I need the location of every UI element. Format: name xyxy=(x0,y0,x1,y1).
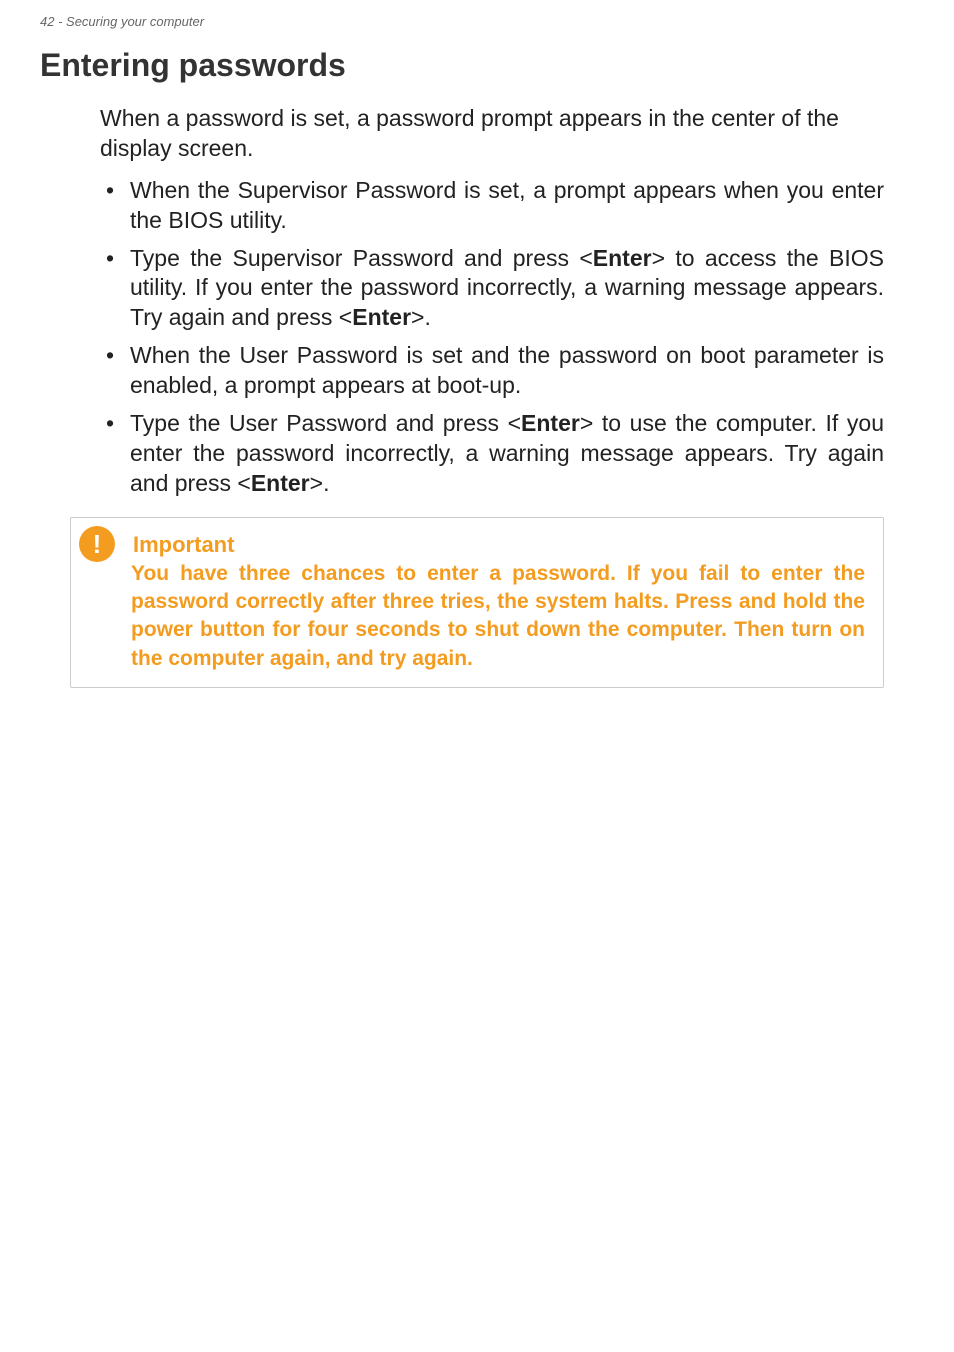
list-item: When the Supervisor Password is set, a p… xyxy=(100,176,884,236)
intro-paragraph: When a password is set, a password promp… xyxy=(100,104,884,164)
important-title: Important xyxy=(133,532,865,558)
exclamation-icon: ! xyxy=(79,526,115,562)
list-item: Type the User Password and press <Enter>… xyxy=(100,409,884,499)
important-body: You have three chances to enter a passwo… xyxy=(131,560,865,673)
header-section: Securing your computer xyxy=(66,14,204,29)
list-bold: Enter xyxy=(251,470,310,496)
list-item: When the User Password is set and the pa… xyxy=(100,341,884,401)
list-bold: Enter xyxy=(521,410,580,436)
list-text: Type the Supervisor Password and press < xyxy=(130,245,593,271)
list-bold: Enter xyxy=(352,304,411,330)
list-text: When the User Password is set and the pa… xyxy=(130,342,884,398)
section-title: Entering passwords xyxy=(40,47,914,84)
bullet-list: When the Supervisor Password is set, a p… xyxy=(100,176,884,499)
list-text: When the Supervisor Password is set, a p… xyxy=(130,177,884,233)
list-text: >. xyxy=(411,304,431,330)
page-number: 42 xyxy=(40,14,54,29)
list-text: >. xyxy=(310,470,330,496)
list-bold: Enter xyxy=(593,245,652,271)
list-text: Type the User Password and press < xyxy=(130,410,521,436)
page-header: 42 - Securing your computer xyxy=(0,0,954,29)
important-callout: ! Important You have three chances to en… xyxy=(70,517,884,688)
list-item: Type the Supervisor Password and press <… xyxy=(100,244,884,334)
